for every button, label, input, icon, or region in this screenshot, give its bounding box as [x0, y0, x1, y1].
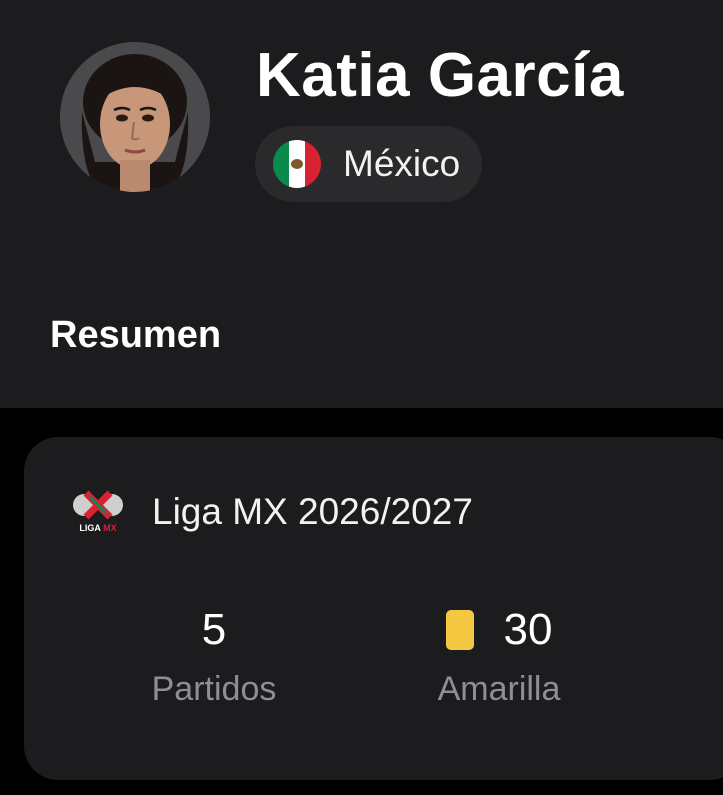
player-name: Katia García [256, 41, 624, 110]
matches-value: 5 [201, 605, 227, 654]
country-name: México [343, 143, 461, 184]
matches-stat: 5 Partidos [134, 602, 294, 710]
league-stats-card[interactable]: LIGA MX Liga MX 2026/2027 5 Partidos 30 … [24, 437, 723, 780]
league-name: Liga MX 2026/2027 [152, 491, 473, 532]
section-title: Resumen [50, 314, 222, 356]
player-photo [60, 42, 210, 192]
player-avatar [60, 42, 210, 192]
liga-mx-logo-icon: LIGA MX [70, 489, 126, 535]
yellow-cards-stat: 30 Amarilla [419, 602, 579, 710]
matches-label: Partidos [151, 670, 277, 708]
mexico-flag-icon [273, 140, 321, 188]
country-chip[interactable]: México [255, 126, 483, 202]
yellow-cards-label: Amarilla [437, 670, 561, 708]
yellow-cards-value: 30 [503, 605, 553, 654]
player-header: Katia García México Resumen [0, 0, 723, 408]
svg-text:LIGA MX: LIGA MX [79, 523, 116, 533]
yellow-card-icon [445, 610, 474, 650]
